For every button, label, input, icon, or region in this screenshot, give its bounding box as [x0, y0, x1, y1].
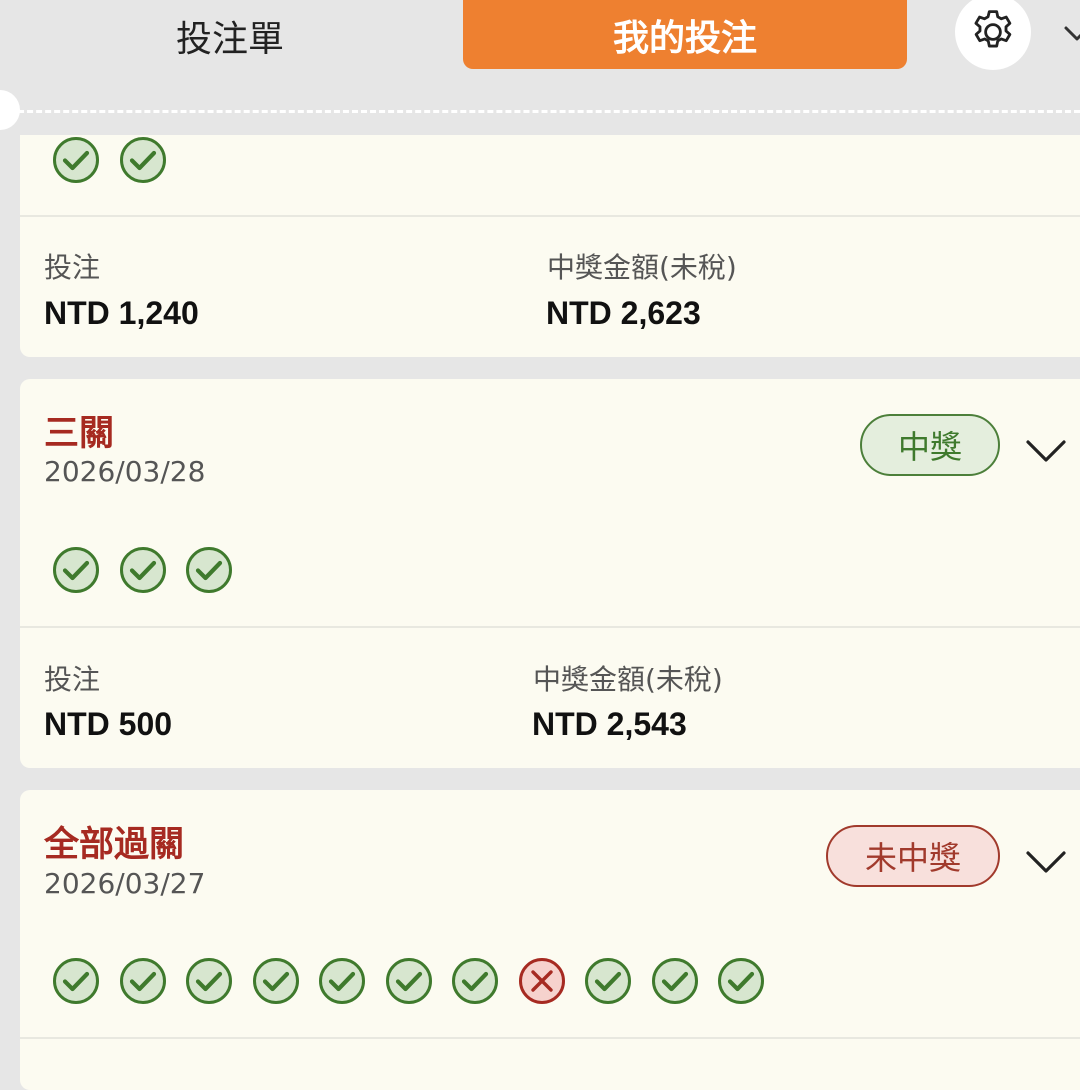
check-circle-icon [119, 137, 166, 183]
bet-card[interactable]: 三關 2026/03/28 中獎 投注 NTD 500 中獎金額(未稅) NTD… [20, 379, 1080, 768]
check-circle-icon [651, 958, 698, 1004]
check-circle-icon [252, 958, 299, 1004]
check-circle-icon [319, 958, 365, 1004]
bet-card[interactable]: 全部過關 2026/03/27 未中獎 [20, 790, 1080, 1090]
stake-amount: NTD 500 [44, 706, 173, 742]
payout-amount: NTD 2,623 [546, 295, 701, 331]
bet-legs [52, 136, 185, 184]
check-circle-icon [53, 137, 99, 183]
check-circle-icon [585, 958, 631, 1004]
check-circle-icon [53, 958, 99, 1004]
check-circle-icon [53, 547, 99, 593]
divider [20, 626, 1080, 628]
chevron-down-icon[interactable] [1062, 18, 1080, 48]
payout-label: 中獎金額(未稅) [533, 663, 723, 696]
status-badge: 未中獎 [826, 825, 1000, 887]
bet-type-title: 全部過關 [44, 825, 185, 865]
bet-date: 2026/03/28 [44, 455, 206, 488]
top-bar: 投注單 我的投注 [0, 0, 1080, 135]
check-circle-icon [186, 547, 232, 593]
ticket-divider [0, 110, 1080, 113]
divider [20, 1037, 1080, 1039]
bet-legs [52, 957, 784, 1005]
tab-my-bets[interactable]: 我的投注 [463, 0, 907, 69]
settings-button[interactable] [955, 0, 1031, 70]
stake-label: 投注 [44, 251, 101, 284]
stake-label: 投注 [44, 663, 101, 696]
tab-betslip[interactable]: 投注單 [130, 8, 330, 64]
check-circle-icon [119, 958, 166, 1004]
check-circle-icon [452, 958, 498, 1004]
divider [20, 215, 1080, 217]
x-circle-icon [518, 958, 565, 1004]
gear-icon [974, 10, 1012, 48]
check-circle-icon [119, 547, 166, 593]
chevron-down-icon[interactable] [1024, 840, 1068, 884]
status-badge: 中獎 [860, 414, 1000, 476]
chevron-down-icon[interactable] [1024, 429, 1068, 473]
bet-card: 投注 NTD 1,240 中獎金額(未稅) NTD 2,623 [20, 135, 1080, 357]
bet-type-title: 三關 [44, 414, 115, 454]
check-circle-icon [385, 958, 432, 1004]
check-circle-icon [186, 958, 232, 1004]
payout-label: 中獎金額(未稅) [547, 251, 737, 284]
stake-amount: NTD 1,240 [44, 295, 199, 331]
payout-amount: NTD 2,543 [532, 706, 687, 742]
bet-date: 2026/03/27 [44, 867, 206, 900]
bet-legs [52, 546, 252, 594]
check-circle-icon [718, 958, 764, 1004]
